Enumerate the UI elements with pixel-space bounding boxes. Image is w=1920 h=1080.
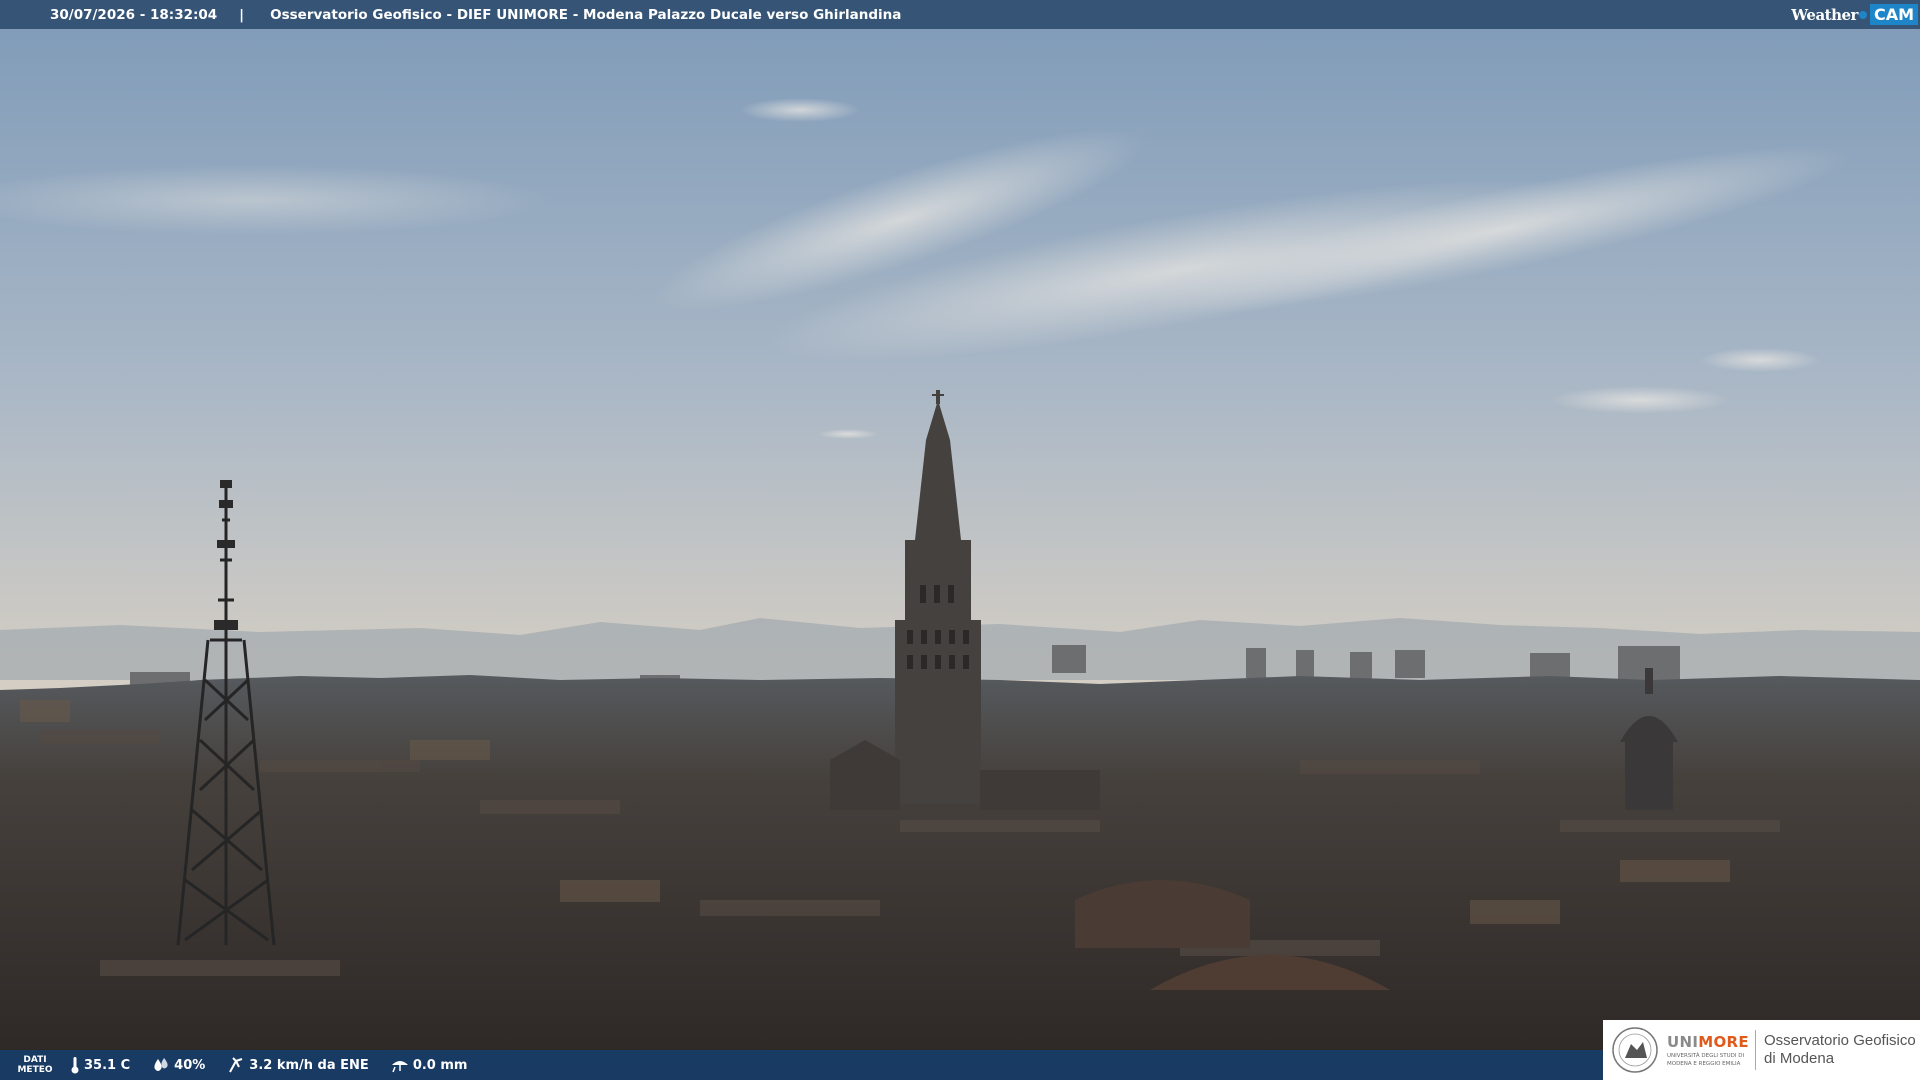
wind-value: 3.2 km/h da ENE xyxy=(249,1057,369,1073)
weather-label-line2: METEO xyxy=(17,1065,53,1075)
observatory-name: Osservatorio Geofisico di Modena xyxy=(1764,1032,1916,1068)
rain-icon xyxy=(391,1061,408,1073)
timestamp: 30/07/2026 - 18:32:04 xyxy=(50,6,218,23)
header-separator: | xyxy=(239,6,245,23)
top-info-bar: 30/07/2026 - 18:32:04 | Osservatorio Geo… xyxy=(0,0,1920,29)
thermometer-icon xyxy=(71,1057,79,1074)
unimore-seal-icon xyxy=(1612,1027,1658,1073)
unimore-suffix: MORE xyxy=(1698,1033,1749,1051)
weather-data-bar: DATI METEO 35.1 C 40% 3.2 km/h da ENE 0.… xyxy=(0,1050,1605,1080)
webcam-view xyxy=(0,0,1920,1080)
weathercam-dot-icon xyxy=(1858,10,1867,19)
unimore-wordmark: UNIMORE UNIVERSITÀ DEGLI STUDI DI MODENA… xyxy=(1667,1033,1751,1067)
unimore-subtitle-1: UNIVERSITÀ DEGLI STUDI DI xyxy=(1667,1053,1745,1059)
logo-divider xyxy=(1755,1030,1756,1070)
temperature-value: 35.1 C xyxy=(84,1057,131,1073)
weathercam-logo: Weather CAM xyxy=(1791,2,1918,27)
observatory-line-2: di Modena xyxy=(1764,1050,1835,1067)
unimore-logo-box: UNIMORE UNIVERSITÀ DEGLI STUDI DI MODENA… xyxy=(1603,1020,1920,1080)
observatory-line-1: Osservatorio Geofisico xyxy=(1764,1032,1916,1049)
weathercam-cam-text: CAM xyxy=(1869,4,1918,25)
unimore-prefix: UNI xyxy=(1667,1033,1699,1051)
rain-readout: 0.0 mm xyxy=(391,1057,468,1073)
wind-readout: 3.2 km/h da ENE xyxy=(227,1056,369,1074)
weathercam-weather-text: Weather xyxy=(1791,5,1858,24)
unimore-subtitle-2: MODENA E REGGIO EMILIA xyxy=(1667,1061,1741,1067)
rain-value: 0.0 mm xyxy=(412,1057,468,1073)
humidity-readout: 40% xyxy=(152,1057,205,1073)
camera-title: Osservatorio Geofisico - DIEF UNIMORE - … xyxy=(270,6,902,23)
humidity-value: 40% xyxy=(174,1057,206,1073)
weather-data-label: DATI METEO xyxy=(0,1055,70,1075)
weather-label-line1: DATI xyxy=(23,1055,47,1065)
humidity-drop-icon xyxy=(154,1058,168,1071)
temperature-readout: 35.1 C xyxy=(70,1056,130,1074)
wind-icon xyxy=(229,1057,243,1073)
